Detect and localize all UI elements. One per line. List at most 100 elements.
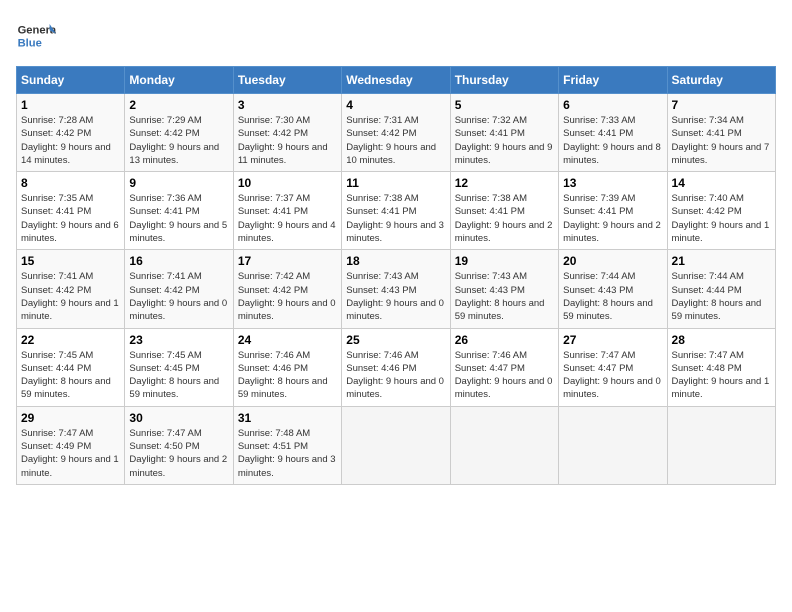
calendar-cell: 27 Sunrise: 7:47 AMSunset: 4:47 PMDaylig… bbox=[559, 328, 667, 406]
day-info: Sunrise: 7:40 AMSunset: 4:42 PMDaylight:… bbox=[672, 193, 770, 244]
day-info: Sunrise: 7:31 AMSunset: 4:42 PMDaylight:… bbox=[346, 115, 436, 166]
calendar-cell: 29 Sunrise: 7:47 AMSunset: 4:49 PMDaylig… bbox=[17, 406, 125, 484]
day-of-week-header: Thursday bbox=[450, 67, 558, 94]
day-number: 2 bbox=[129, 98, 228, 112]
calendar-cell: 26 Sunrise: 7:46 AMSunset: 4:47 PMDaylig… bbox=[450, 328, 558, 406]
day-info: Sunrise: 7:45 AMSunset: 4:45 PMDaylight:… bbox=[129, 350, 219, 401]
day-info: Sunrise: 7:38 AMSunset: 4:41 PMDaylight:… bbox=[346, 193, 444, 244]
day-info: Sunrise: 7:28 AMSunset: 4:42 PMDaylight:… bbox=[21, 115, 111, 166]
calendar-cell: 19 Sunrise: 7:43 AMSunset: 4:43 PMDaylig… bbox=[450, 250, 558, 328]
calendar-cell: 16 Sunrise: 7:41 AMSunset: 4:42 PMDaylig… bbox=[125, 250, 233, 328]
day-info: Sunrise: 7:41 AMSunset: 4:42 PMDaylight:… bbox=[129, 271, 227, 322]
day-info: Sunrise: 7:32 AMSunset: 4:41 PMDaylight:… bbox=[455, 115, 553, 166]
day-info: Sunrise: 7:38 AMSunset: 4:41 PMDaylight:… bbox=[455, 193, 553, 244]
day-info: Sunrise: 7:43 AMSunset: 4:43 PMDaylight:… bbox=[346, 271, 444, 322]
day-number: 13 bbox=[563, 176, 662, 190]
day-info: Sunrise: 7:34 AMSunset: 4:41 PMDaylight:… bbox=[672, 115, 770, 166]
calendar-cell: 18 Sunrise: 7:43 AMSunset: 4:43 PMDaylig… bbox=[342, 250, 450, 328]
day-number: 31 bbox=[238, 411, 337, 425]
calendar-cell: 30 Sunrise: 7:47 AMSunset: 4:50 PMDaylig… bbox=[125, 406, 233, 484]
calendar-cell: 7 Sunrise: 7:34 AMSunset: 4:41 PMDayligh… bbox=[667, 94, 775, 172]
calendar-cell bbox=[450, 406, 558, 484]
calendar-cell: 1 Sunrise: 7:28 AMSunset: 4:42 PMDayligh… bbox=[17, 94, 125, 172]
calendar-cell: 2 Sunrise: 7:29 AMSunset: 4:42 PMDayligh… bbox=[125, 94, 233, 172]
day-info: Sunrise: 7:46 AMSunset: 4:46 PMDaylight:… bbox=[238, 350, 328, 401]
calendar-cell bbox=[667, 406, 775, 484]
day-number: 4 bbox=[346, 98, 445, 112]
calendar-cell: 8 Sunrise: 7:35 AMSunset: 4:41 PMDayligh… bbox=[17, 172, 125, 250]
calendar-cell: 5 Sunrise: 7:32 AMSunset: 4:41 PMDayligh… bbox=[450, 94, 558, 172]
day-number: 17 bbox=[238, 254, 337, 268]
day-number: 15 bbox=[21, 254, 120, 268]
day-info: Sunrise: 7:43 AMSunset: 4:43 PMDaylight:… bbox=[455, 271, 545, 322]
day-info: Sunrise: 7:46 AMSunset: 4:46 PMDaylight:… bbox=[346, 350, 444, 401]
day-of-week-header: Friday bbox=[559, 67, 667, 94]
calendar-cell bbox=[559, 406, 667, 484]
calendar-cell: 22 Sunrise: 7:45 AMSunset: 4:44 PMDaylig… bbox=[17, 328, 125, 406]
calendar: SundayMondayTuesdayWednesdayThursdayFrid… bbox=[16, 66, 776, 485]
logo: General Blue bbox=[16, 16, 60, 56]
calendar-cell: 31 Sunrise: 7:48 AMSunset: 4:51 PMDaylig… bbox=[233, 406, 341, 484]
day-info: Sunrise: 7:46 AMSunset: 4:47 PMDaylight:… bbox=[455, 350, 553, 401]
calendar-cell: 14 Sunrise: 7:40 AMSunset: 4:42 PMDaylig… bbox=[667, 172, 775, 250]
day-info: Sunrise: 7:35 AMSunset: 4:41 PMDaylight:… bbox=[21, 193, 119, 244]
day-number: 11 bbox=[346, 176, 445, 190]
day-of-week-header: Saturday bbox=[667, 67, 775, 94]
calendar-cell: 10 Sunrise: 7:37 AMSunset: 4:41 PMDaylig… bbox=[233, 172, 341, 250]
day-info: Sunrise: 7:44 AMSunset: 4:44 PMDaylight:… bbox=[672, 271, 762, 322]
day-of-week-header: Tuesday bbox=[233, 67, 341, 94]
calendar-cell: 25 Sunrise: 7:46 AMSunset: 4:46 PMDaylig… bbox=[342, 328, 450, 406]
header: General Blue bbox=[16, 16, 776, 56]
day-number: 28 bbox=[672, 333, 771, 347]
calendar-cell: 24 Sunrise: 7:46 AMSunset: 4:46 PMDaylig… bbox=[233, 328, 341, 406]
calendar-cell: 23 Sunrise: 7:45 AMSunset: 4:45 PMDaylig… bbox=[125, 328, 233, 406]
day-number: 7 bbox=[672, 98, 771, 112]
day-info: Sunrise: 7:48 AMSunset: 4:51 PMDaylight:… bbox=[238, 428, 336, 479]
day-number: 20 bbox=[563, 254, 662, 268]
day-info: Sunrise: 7:37 AMSunset: 4:41 PMDaylight:… bbox=[238, 193, 336, 244]
day-of-week-header: Wednesday bbox=[342, 67, 450, 94]
day-number: 25 bbox=[346, 333, 445, 347]
calendar-cell: 11 Sunrise: 7:38 AMSunset: 4:41 PMDaylig… bbox=[342, 172, 450, 250]
day-number: 6 bbox=[563, 98, 662, 112]
calendar-cell: 12 Sunrise: 7:38 AMSunset: 4:41 PMDaylig… bbox=[450, 172, 558, 250]
day-number: 14 bbox=[672, 176, 771, 190]
calendar-cell: 17 Sunrise: 7:42 AMSunset: 4:42 PMDaylig… bbox=[233, 250, 341, 328]
day-info: Sunrise: 7:29 AMSunset: 4:42 PMDaylight:… bbox=[129, 115, 219, 166]
day-number: 24 bbox=[238, 333, 337, 347]
day-info: Sunrise: 7:41 AMSunset: 4:42 PMDaylight:… bbox=[21, 271, 119, 322]
day-number: 1 bbox=[21, 98, 120, 112]
day-info: Sunrise: 7:47 AMSunset: 4:50 PMDaylight:… bbox=[129, 428, 227, 479]
calendar-cell: 4 Sunrise: 7:31 AMSunset: 4:42 PMDayligh… bbox=[342, 94, 450, 172]
svg-text:Blue: Blue bbox=[18, 37, 42, 49]
day-number: 21 bbox=[672, 254, 771, 268]
day-info: Sunrise: 7:47 AMSunset: 4:48 PMDaylight:… bbox=[672, 350, 770, 401]
day-number: 29 bbox=[21, 411, 120, 425]
calendar-cell bbox=[342, 406, 450, 484]
day-number: 10 bbox=[238, 176, 337, 190]
day-number: 18 bbox=[346, 254, 445, 268]
day-of-week-header: Monday bbox=[125, 67, 233, 94]
day-number: 22 bbox=[21, 333, 120, 347]
calendar-cell: 13 Sunrise: 7:39 AMSunset: 4:41 PMDaylig… bbox=[559, 172, 667, 250]
day-number: 23 bbox=[129, 333, 228, 347]
day-of-week-header: Sunday bbox=[17, 67, 125, 94]
day-number: 8 bbox=[21, 176, 120, 190]
calendar-cell: 15 Sunrise: 7:41 AMSunset: 4:42 PMDaylig… bbox=[17, 250, 125, 328]
calendar-cell: 21 Sunrise: 7:44 AMSunset: 4:44 PMDaylig… bbox=[667, 250, 775, 328]
calendar-cell: 9 Sunrise: 7:36 AMSunset: 4:41 PMDayligh… bbox=[125, 172, 233, 250]
day-info: Sunrise: 7:44 AMSunset: 4:43 PMDaylight:… bbox=[563, 271, 653, 322]
day-info: Sunrise: 7:39 AMSunset: 4:41 PMDaylight:… bbox=[563, 193, 661, 244]
day-info: Sunrise: 7:47 AMSunset: 4:47 PMDaylight:… bbox=[563, 350, 661, 401]
calendar-cell: 28 Sunrise: 7:47 AMSunset: 4:48 PMDaylig… bbox=[667, 328, 775, 406]
day-number: 12 bbox=[455, 176, 554, 190]
day-info: Sunrise: 7:30 AMSunset: 4:42 PMDaylight:… bbox=[238, 115, 328, 166]
day-number: 19 bbox=[455, 254, 554, 268]
calendar-cell: 3 Sunrise: 7:30 AMSunset: 4:42 PMDayligh… bbox=[233, 94, 341, 172]
day-info: Sunrise: 7:42 AMSunset: 4:42 PMDaylight:… bbox=[238, 271, 336, 322]
day-number: 26 bbox=[455, 333, 554, 347]
day-info: Sunrise: 7:45 AMSunset: 4:44 PMDaylight:… bbox=[21, 350, 111, 401]
calendar-cell: 20 Sunrise: 7:44 AMSunset: 4:43 PMDaylig… bbox=[559, 250, 667, 328]
day-number: 16 bbox=[129, 254, 228, 268]
calendar-cell: 6 Sunrise: 7:33 AMSunset: 4:41 PMDayligh… bbox=[559, 94, 667, 172]
